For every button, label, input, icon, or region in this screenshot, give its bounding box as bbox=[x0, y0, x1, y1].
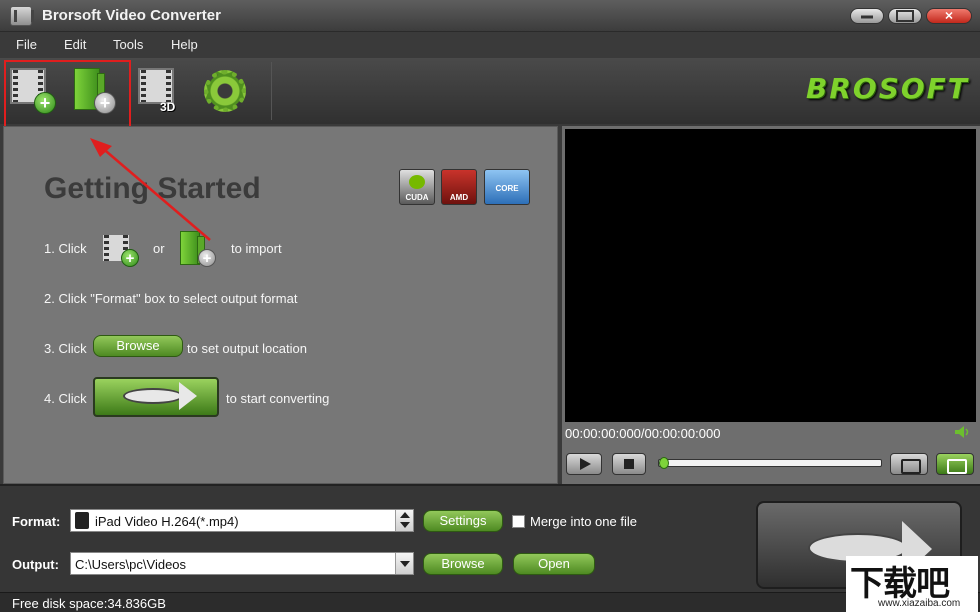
step-1-suffix: to import bbox=[231, 241, 282, 256]
browse-button[interactable]: Browse bbox=[423, 553, 503, 575]
amd-badge: AMD bbox=[441, 169, 477, 205]
step-4-prefix: 4. Click bbox=[44, 391, 87, 406]
volume-icon[interactable] bbox=[955, 426, 971, 438]
step-3-prefix: 3. Click bbox=[44, 341, 87, 356]
step-browse-button[interactable]: Browse bbox=[93, 335, 183, 357]
maximize-button[interactable] bbox=[888, 8, 922, 24]
step-3-suffix: to set output location bbox=[187, 341, 307, 356]
step-1-prefix: 1. Click bbox=[44, 241, 87, 256]
output-path-select[interactable]: C:\Users\pc\Videos bbox=[70, 552, 414, 575]
add-folder-mini-icon[interactable]: + bbox=[178, 229, 218, 269]
output-path-value: C:\Users\pc\Videos bbox=[75, 557, 187, 572]
cuda-badge: CUDA bbox=[399, 169, 435, 205]
menu-tools[interactable]: Tools bbox=[113, 37, 143, 52]
close-button[interactable] bbox=[926, 8, 972, 24]
output-settings-panel: Format: iPad Video H.264(*.mp4) Settings… bbox=[0, 484, 980, 592]
convert-arrow-icon bbox=[123, 382, 197, 410]
free-disk-space: Free disk space:34.836GB bbox=[12, 596, 166, 611]
settings-gear-button[interactable] bbox=[196, 62, 254, 120]
menu-file[interactable]: File bbox=[16, 37, 37, 52]
merge-label[interactable]: Merge into one file bbox=[530, 514, 637, 529]
timecode: 00:00:00:000/00:00:00:000 bbox=[565, 426, 721, 441]
output-label: Output: bbox=[12, 557, 59, 572]
menu-help[interactable]: Help bbox=[171, 37, 198, 52]
title-bar: Brorsoft Video Converter bbox=[0, 0, 980, 32]
menu-bar: File Edit Tools Help bbox=[0, 32, 980, 58]
highlight-box bbox=[4, 60, 131, 134]
format-device-icon bbox=[75, 512, 89, 529]
snapshot-button[interactable] bbox=[890, 453, 928, 475]
edit-3d-button[interactable]: 3D bbox=[134, 62, 192, 120]
brand-logo: BROSOFT bbox=[806, 72, 969, 105]
toolbar-separator bbox=[271, 62, 272, 120]
window-title: Brorsoft Video Converter bbox=[42, 7, 221, 24]
add-video-mini-icon[interactable]: + bbox=[101, 229, 141, 269]
plus-icon: + bbox=[121, 249, 139, 267]
video-screen bbox=[565, 129, 976, 422]
gear-icon bbox=[204, 70, 246, 112]
step-1-or: or bbox=[153, 241, 165, 256]
open-snapshot-folder-button[interactable] bbox=[936, 453, 974, 475]
format-label: Format: bbox=[12, 514, 61, 529]
plus-icon: + bbox=[198, 249, 216, 267]
settings-button[interactable]: Settings bbox=[423, 510, 503, 532]
step-2-text: 2. Click "Format" box to select output f… bbox=[44, 291, 298, 306]
seek-knob[interactable] bbox=[659, 457, 669, 469]
format-select[interactable]: iPad Video H.264(*.mp4) bbox=[70, 509, 414, 532]
preview-panel: 00:00:00:000/00:00:00:000 bbox=[562, 126, 980, 484]
step-4-suffix: to start converting bbox=[226, 391, 330, 406]
getting-started-panel: Getting Started CUDA AMD CORE 1. Click +… bbox=[3, 126, 558, 484]
stop-button[interactable] bbox=[612, 453, 646, 475]
merge-checkbox[interactable] bbox=[512, 515, 525, 528]
format-spinner-icon[interactable] bbox=[395, 510, 413, 531]
getting-started-title: Getting Started bbox=[44, 172, 261, 205]
chevron-down-icon[interactable] bbox=[395, 553, 413, 574]
edit-3d-icon bbox=[138, 68, 174, 104]
intel-core-badge: CORE bbox=[484, 169, 530, 205]
open-button[interactable]: Open bbox=[513, 553, 595, 575]
menu-edit[interactable]: Edit bbox=[64, 37, 86, 52]
minimize-button[interactable] bbox=[850, 8, 884, 24]
status-bar: Free disk space:34.836GB bbox=[0, 592, 980, 612]
app-icon bbox=[10, 6, 34, 26]
step-convert-button[interactable] bbox=[93, 377, 219, 417]
watermark-url: www.xiazaiba.com bbox=[878, 598, 961, 609]
play-button[interactable] bbox=[566, 453, 602, 475]
site-watermark: 下载吧 www.xiazaiba.com bbox=[846, 556, 978, 612]
seek-slider[interactable] bbox=[658, 457, 882, 469]
format-value: iPad Video H.264(*.mp4) bbox=[95, 514, 239, 529]
folder-icon bbox=[180, 231, 205, 265]
3d-badge: 3D bbox=[160, 100, 176, 114]
